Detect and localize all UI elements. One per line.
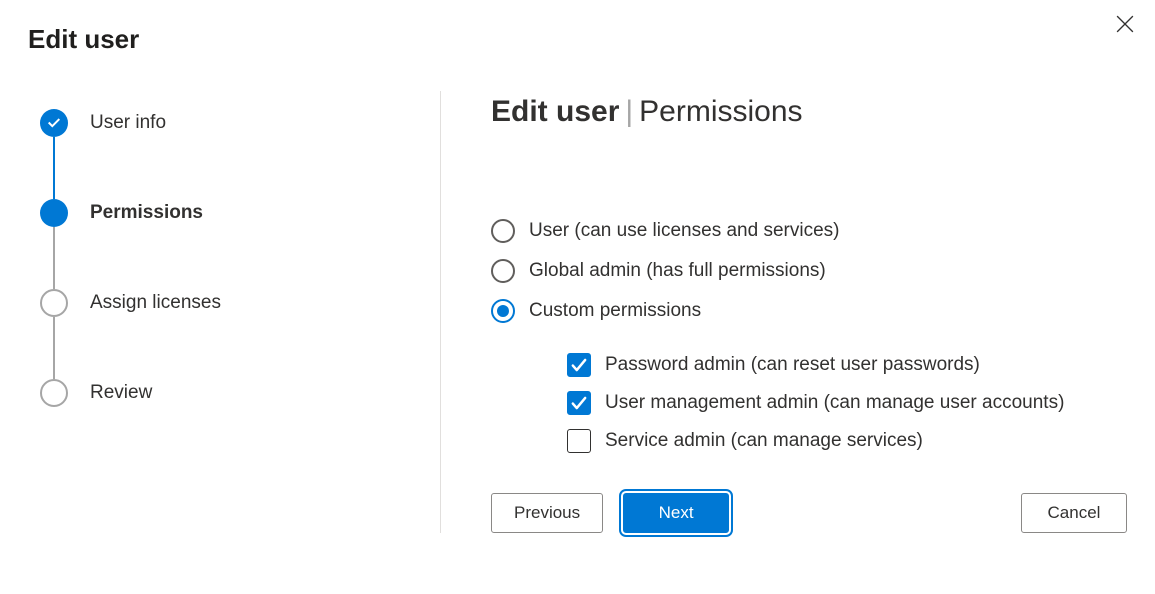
dialog-title: Edit user xyxy=(28,24,139,55)
step-indicator-current xyxy=(40,199,68,227)
step-label: User info xyxy=(90,112,166,134)
panel-heading-context: Edit user xyxy=(491,95,619,128)
radio-icon xyxy=(491,219,515,243)
step-permissions[interactable]: Permissions xyxy=(40,199,440,227)
checkmark-icon xyxy=(570,394,588,412)
cancel-button[interactable]: Cancel xyxy=(1021,493,1127,533)
radio-icon-selected xyxy=(491,299,515,323)
step-label: Review xyxy=(90,382,152,404)
step-connector xyxy=(53,137,55,199)
step-label: Permissions xyxy=(90,202,203,224)
step-indicator-upcoming xyxy=(40,289,68,317)
step-indicator-upcoming xyxy=(40,379,68,407)
checkbox-user-management-admin[interactable]: User management admin (can manage user a… xyxy=(567,391,1127,415)
step-user-info[interactable]: User info xyxy=(40,109,440,137)
panel-heading-current: Permissions xyxy=(639,95,802,128)
checkbox-icon-checked xyxy=(567,353,591,377)
close-icon xyxy=(1116,15,1134,33)
custom-permissions-group: Password admin (can reset user passwords… xyxy=(567,353,1127,453)
step-label: Assign licenses xyxy=(90,292,221,314)
radio-icon xyxy=(491,259,515,283)
next-button[interactable]: Next xyxy=(623,493,729,533)
checkbox-label: Service admin (can manage services) xyxy=(605,430,923,452)
checkbox-label: User management admin (can manage user a… xyxy=(605,392,1064,414)
checkbox-service-admin[interactable]: Service admin (can manage services) xyxy=(567,429,1127,453)
radio-label: Global admin (has full permissions) xyxy=(529,260,826,282)
role-radio-group: User (can use licenses and services) Glo… xyxy=(491,219,1127,453)
previous-button[interactable]: Previous xyxy=(491,493,603,533)
step-review[interactable]: Review xyxy=(40,379,440,407)
button-bar: Previous Next Cancel xyxy=(491,453,1127,553)
step-connector xyxy=(53,317,55,379)
checkmark-icon xyxy=(570,356,588,374)
radio-global-admin[interactable]: Global admin (has full permissions) xyxy=(491,259,1127,283)
radio-custom-permissions[interactable]: Custom permissions xyxy=(491,299,1127,323)
radio-user[interactable]: User (can use licenses and services) xyxy=(491,219,1127,243)
permissions-panel: Edit user|Permissions User (can use lice… xyxy=(441,85,1127,553)
dialog-header: Edit user xyxy=(0,0,1155,55)
checkbox-label: Password admin (can reset user passwords… xyxy=(605,354,980,376)
panel-heading: Edit user|Permissions xyxy=(491,95,1127,129)
dialog-body: User info Permissions Assign licenses Re… xyxy=(0,55,1155,553)
radio-label: User (can use licenses and services) xyxy=(529,220,839,242)
checkmark-icon xyxy=(46,115,62,131)
step-connector xyxy=(53,227,55,289)
checkbox-icon-checked xyxy=(567,391,591,415)
panel-heading-separator: | xyxy=(625,95,633,128)
step-indicator-completed xyxy=(40,109,68,137)
close-button[interactable] xyxy=(1111,10,1139,38)
radio-dot-icon xyxy=(497,305,509,317)
step-assign-licenses[interactable]: Assign licenses xyxy=(40,289,440,317)
radio-label: Custom permissions xyxy=(529,300,701,322)
checkbox-icon-unchecked xyxy=(567,429,591,453)
wizard-stepper: User info Permissions Assign licenses Re… xyxy=(40,85,440,553)
checkbox-password-admin[interactable]: Password admin (can reset user passwords… xyxy=(567,353,1127,377)
